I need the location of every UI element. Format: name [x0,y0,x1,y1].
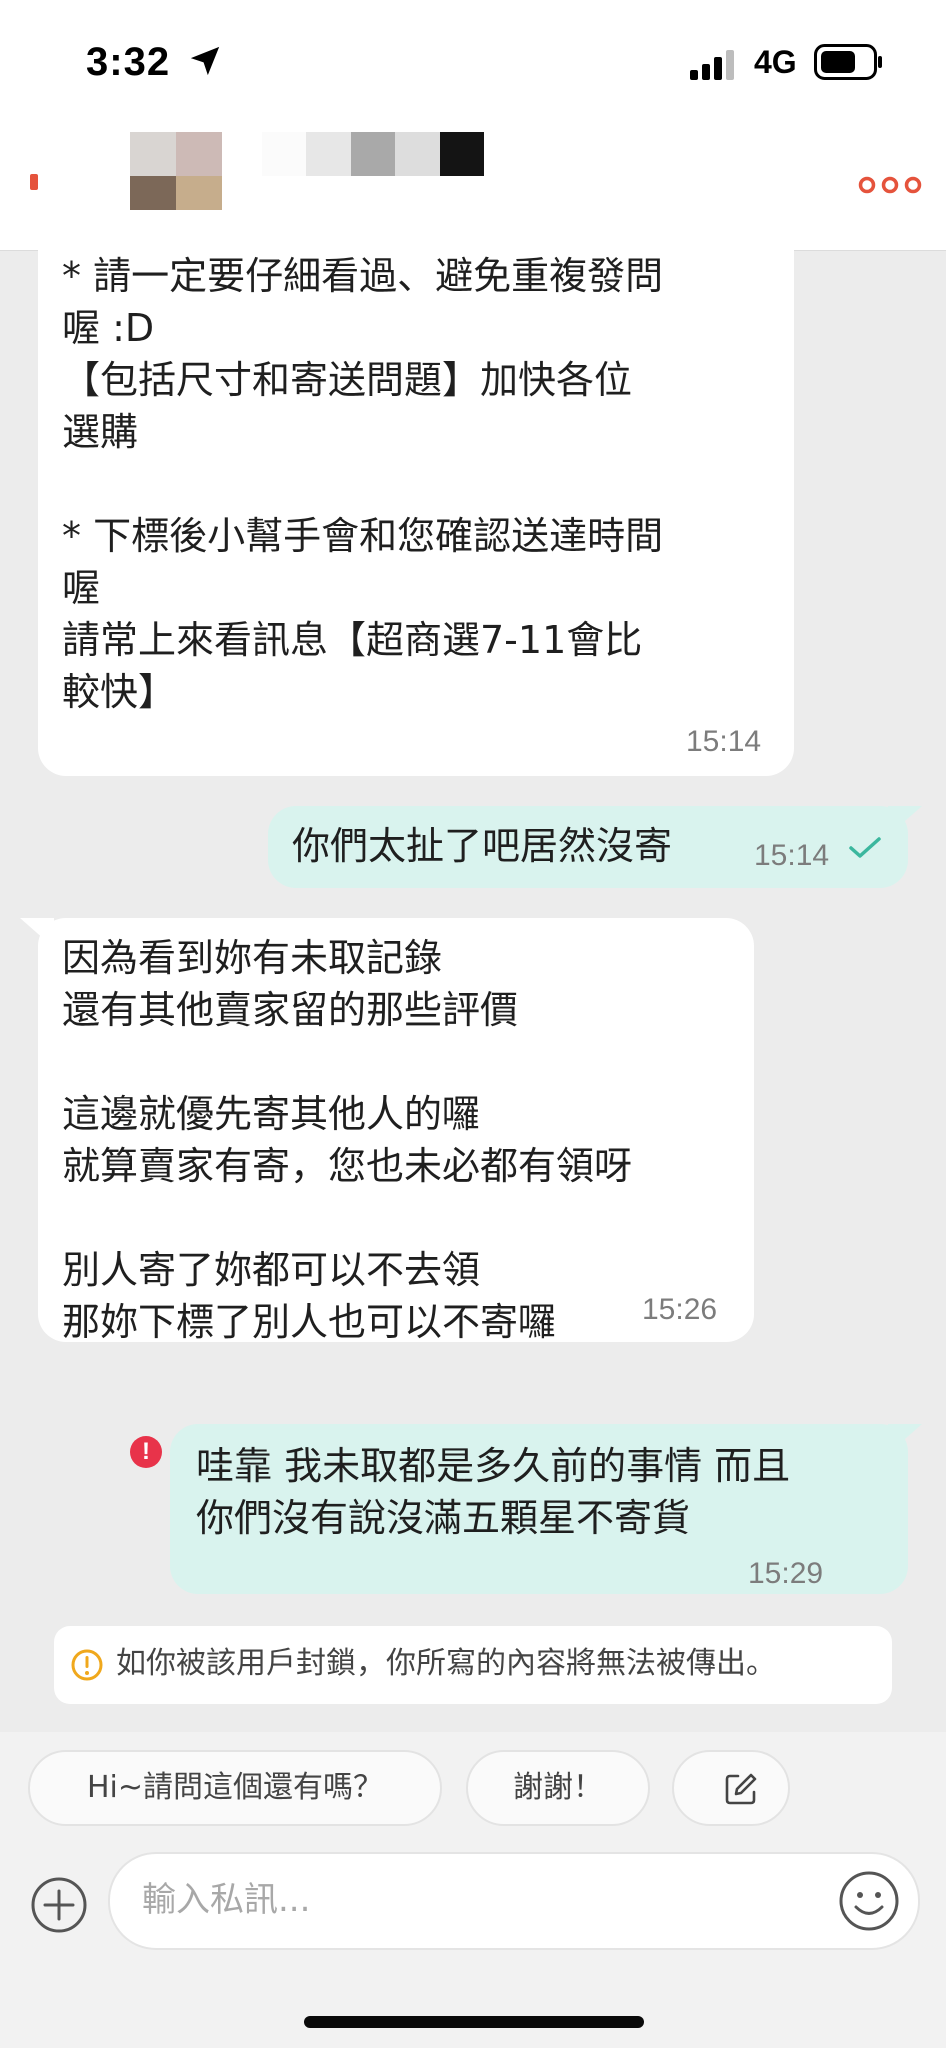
quick-reply-button[interactable]: Hi~請問這個還有嗎？ [28,1750,442,1826]
quick-reply-button[interactable]: 謝謝！ [466,1750,650,1826]
blur-block [350,132,396,176]
outgoing-message: 哇靠 我未取都是多久前的事情 而且 你們沒有說沒滿五顆星不寄貨 15:29 [170,1424,922,1594]
warning-circle-icon [71,1649,103,1681]
incoming-message: * 請一定要仔細看過、避免重複發問 喔 :D 【包括尺寸和寄送問題】加快各位 選… [38,210,794,776]
block-notice: 如你被該用戶封鎖，你所寫的內容將無法被傳出。 [54,1626,892,1704]
message-text: * 請一定要仔細看過、避免重複發問 喔 :D 【包括尺寸和寄送問題】加快各位 選… [62,254,664,714]
incoming-message: 因為看到妳有未取記錄 還有其他賣家留的那些評價 這邊就優先寄其他人的囉 就算賣家… [20,918,754,1344]
edit-icon [725,1773,757,1805]
plus-circle-icon[interactable] [30,1876,88,1934]
smiley-icon[interactable] [838,1870,900,1932]
more-dots-icon[interactable] [858,176,922,194]
battery-icon [814,44,882,80]
message-text: 你們太扯了吧居然沒寄 [292,824,673,868]
back-button[interactable] [30,174,38,190]
message-input[interactable] [140,1872,764,1928]
blur-block [262,132,307,176]
contact-name-blurred [262,132,485,176]
signal-strength-icon [690,50,734,80]
message-text: 哇靠 我未取都是多久前的事情 而且 你們沒有說沒滿五顆星不寄貨 [196,1444,791,1540]
bubble-tail [20,918,54,948]
home-indicator[interactable] [304,2016,644,2028]
message-list[interactable]: * 請一定要仔細看過、避免重複發問 喔 :D 【包括尺寸和寄送問題】加快各位 選… [0,210,946,1732]
message-input-box[interactable] [108,1852,920,1950]
status-bar: 3:32 4G [0,0,946,110]
avatar-pixel [130,132,176,176]
notice-text: 如你被該用戶封鎖，你所寫的內容將無法被傳出。 [116,1646,776,1681]
edit-quick-replies-button[interactable] [672,1750,790,1826]
message-time: 15:26 [642,1293,718,1326]
blur-block [439,132,485,176]
blur-block [395,132,440,176]
read-check-icon [849,837,881,858]
location-arrow-icon [190,46,220,76]
message-time: 15:29 [748,1557,824,1590]
status-time: 3:32 [86,40,171,84]
send-error-icon[interactable]: ! [130,1436,162,1468]
avatar-pixel [176,132,222,176]
outgoing-message: 你們太扯了吧居然沒寄 15:14 [268,806,922,888]
network-type: 4G [754,44,797,80]
bubble-tail [888,806,922,836]
message-time: 15:14 [754,839,830,872]
avatar[interactable] [130,132,222,220]
blur-block [306,132,351,176]
message-time: 15:14 [686,725,762,758]
